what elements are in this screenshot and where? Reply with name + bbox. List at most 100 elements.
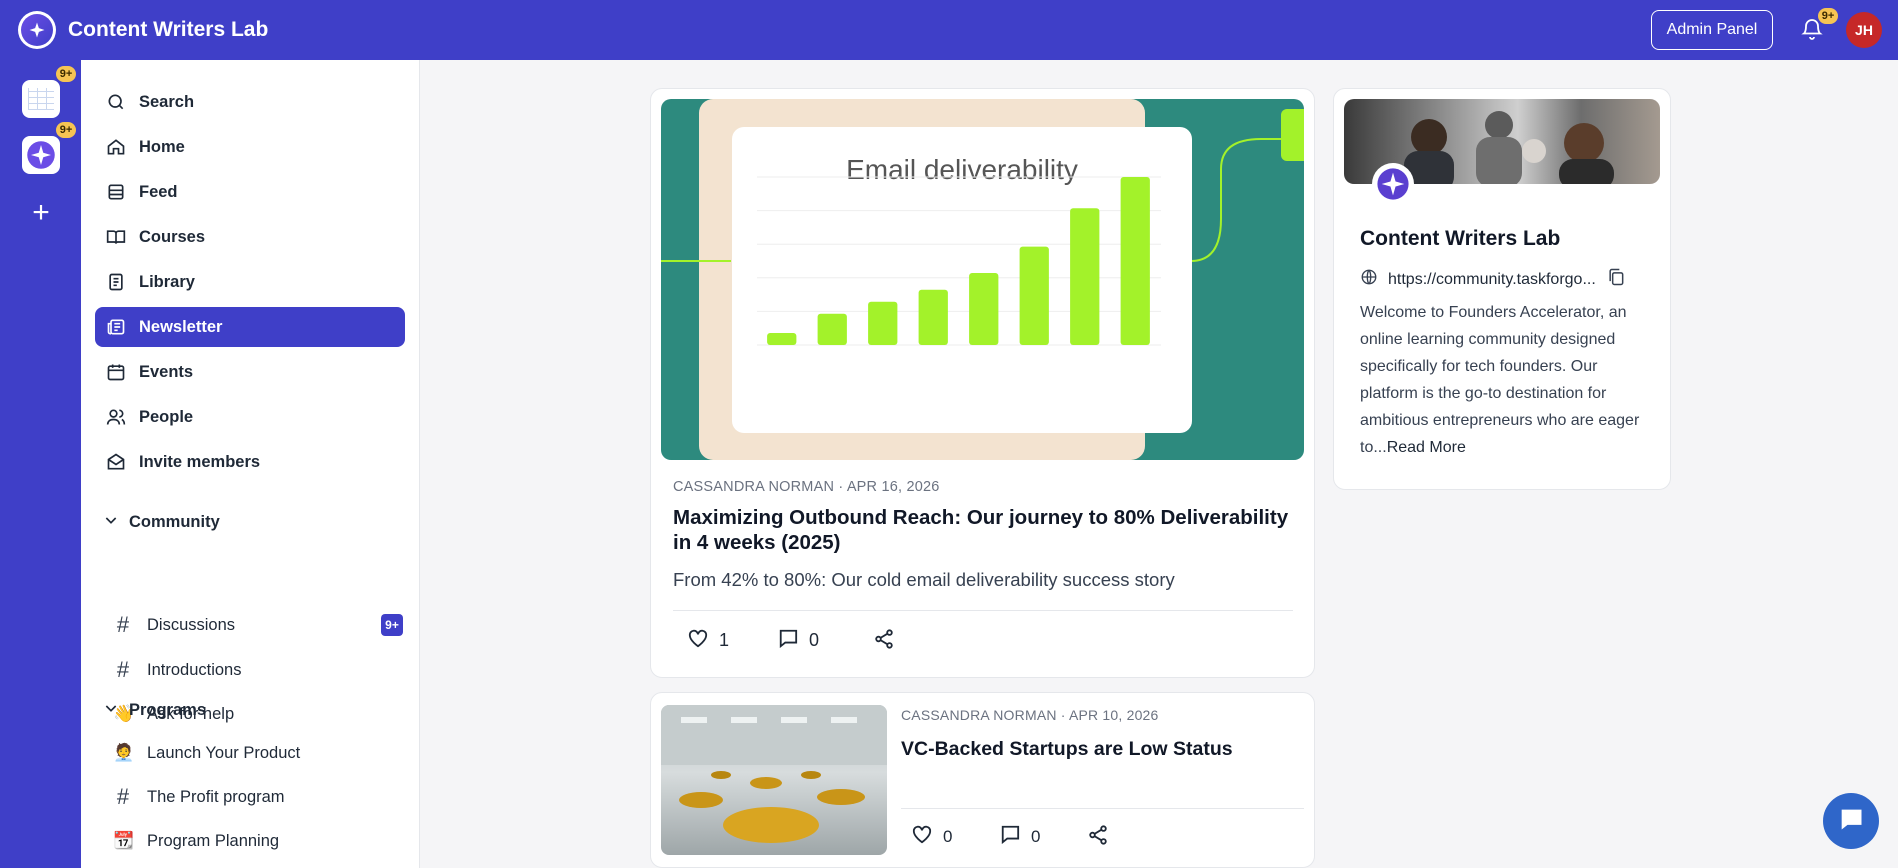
community-section-title: Community [129,513,220,531]
post-date: APR 16, 2026 [846,479,940,495]
community-description-text: Welcome to Founders Accelerator, an onli… [1360,304,1640,456]
post-date: APR 10, 2026 [1068,707,1159,723]
chevron-down-icon [103,700,119,721]
sidebar-item-label: Launch Your Product [147,743,301,762]
sidebar-item-label: Search [139,92,195,111]
sidebar-item-label: The Profit program [147,787,285,806]
hero-illustration: Email deliverability [661,99,1304,460]
share-icon [1087,824,1109,851]
top-bar: Content Writers Lab Admin Panel 9+ JH [0,0,1898,60]
community-info-card: Content Writers Lab https://community.ta… [1333,88,1671,490]
hero-chart-bar [1070,208,1100,345]
sidebar-item-label: Invite members [139,452,261,471]
post-thumbnail-image[interactable] [661,705,887,855]
sidebar-item-launch-your-product[interactable]: 🧑‍💼 Launch Your Product [113,735,403,771]
like-count: 0 [943,826,953,846]
home-icon [105,136,127,158]
sidebar-item-introductions[interactable]: # Introductions [113,652,403,688]
book-icon [105,226,127,248]
comment-count: 0 [809,630,820,650]
programs-section-toggle[interactable]: Programs [103,700,206,721]
hash-icon: # [116,657,130,682]
chevron-down-icon [103,512,119,533]
sidebar-item-label: People [139,407,194,426]
sidebar-item-label: Home [139,137,185,156]
hero-chart-bar [817,313,847,345]
hero-chart-bar [918,289,948,345]
comment-icon [777,628,799,653]
post-hero-image[interactable]: Email deliverability [661,99,1304,460]
brand-logo [18,11,56,49]
like-count: 1 [719,630,730,650]
sidebar-item-invite-members[interactable]: Invite members [95,442,405,482]
calendar-emoji-icon: 📆 [113,831,135,850]
community-section-toggle[interactable]: Community [103,512,220,533]
businessperson-icon: 🧑‍💼 [113,743,135,762]
globe-icon [1360,268,1378,291]
community-url[interactable]: https://community.taskforgo... [1388,271,1596,289]
sidebar-item-label: Courses [139,227,206,246]
sidebar-item-events[interactable]: Events [95,352,405,392]
hero-tag [1281,109,1304,161]
like-button[interactable]: 0 [911,824,952,849]
community-app-icon[interactable] [22,136,60,174]
share-button[interactable] [1087,824,1109,851]
sidebar-item-search[interactable]: Search [95,82,405,122]
like-button[interactable]: 1 [687,628,729,653]
post-meta: CASSANDRA NORMAN · APR 10, 2026 [901,707,1159,723]
sidebar-item-newsletter[interactable]: Newsletter [95,307,405,347]
brand[interactable]: Content Writers Lab [18,11,268,49]
sidebar-item-label: Library [139,272,195,291]
sidebar-item-feed[interactable]: Feed [95,172,405,212]
spreadsheet-app-icon[interactable] [22,80,60,118]
post-title[interactable]: VC-Backed Startups are Low Status [901,737,1301,762]
post-meta: CASSANDRA NORMAN · APR 16, 2026 [673,479,940,495]
sidebar-item-label: Events [139,362,194,381]
sidebar-item-the-profit-program[interactable]: # The Profit program [113,779,403,815]
share-icon [873,628,895,655]
chat-launcher-button[interactable] [1823,793,1879,849]
community-app-badge: 9+ [54,120,78,140]
hero-chart-title: Email deliverability [846,154,1078,185]
community-logo [1372,163,1414,205]
copy-icon[interactable] [1606,267,1626,292]
post-subtitle: From 42% to 80%: Our cold email delivera… [673,569,1175,590]
envelope-icon [105,451,127,473]
post-card[interactable]: Email deliverability CASSANDRA NORMAN · … [650,88,1315,678]
comment-button[interactable]: 0 [999,824,1040,849]
sidebar-item-library[interactable]: Library [95,262,405,302]
library-icon [105,271,127,293]
add-app-icon[interactable]: + [28,198,54,228]
chat-icon [1837,805,1865,838]
comment-button[interactable]: 0 [777,628,819,653]
programs-section-title: Programs [129,701,207,719]
sidebar-item-discussions[interactable]: # Discussions 9+ [113,607,403,643]
heart-icon [687,628,709,653]
hash-icon: # [116,612,130,637]
feed-icon [105,181,127,203]
thumbnail-illustration [661,705,887,843]
hero-chart-bar [868,301,898,345]
post-title[interactable]: Maximizing Outbound Reach: Our journey t… [673,505,1303,555]
search-icon [105,91,127,113]
newsletter-icon [105,316,127,338]
sidebar-item-courses[interactable]: Courses [95,217,405,257]
spreadsheet-app-badge: 9+ [54,64,78,84]
hash-icon: # [116,784,130,809]
sidebar-item-program-planning[interactable]: 📆 Program Planning [113,823,403,859]
comment-count: 0 [1031,826,1041,846]
user-avatar[interactable]: JH [1846,12,1882,48]
comment-icon [999,824,1021,849]
sidebar-item-label: Program Planning [147,831,280,850]
post-card[interactable]: CASSANDRA NORMAN · APR 10, 2026 VC-Backe… [650,692,1315,868]
admin-panel-button[interactable]: Admin Panel [1651,10,1773,50]
heart-icon [911,824,933,849]
hero-chart-bar [969,273,999,345]
sidebar-item-home[interactable]: Home [95,127,405,167]
read-more-link[interactable]: Read More [1387,439,1466,456]
sidebar-item-label: Discussions [147,615,236,634]
app-rail: 9+ 9+ + [0,60,81,868]
community-title: Content Writers Lab [1360,227,1561,250]
sidebar-item-people[interactable]: People [95,397,405,437]
share-button[interactable] [873,628,895,655]
